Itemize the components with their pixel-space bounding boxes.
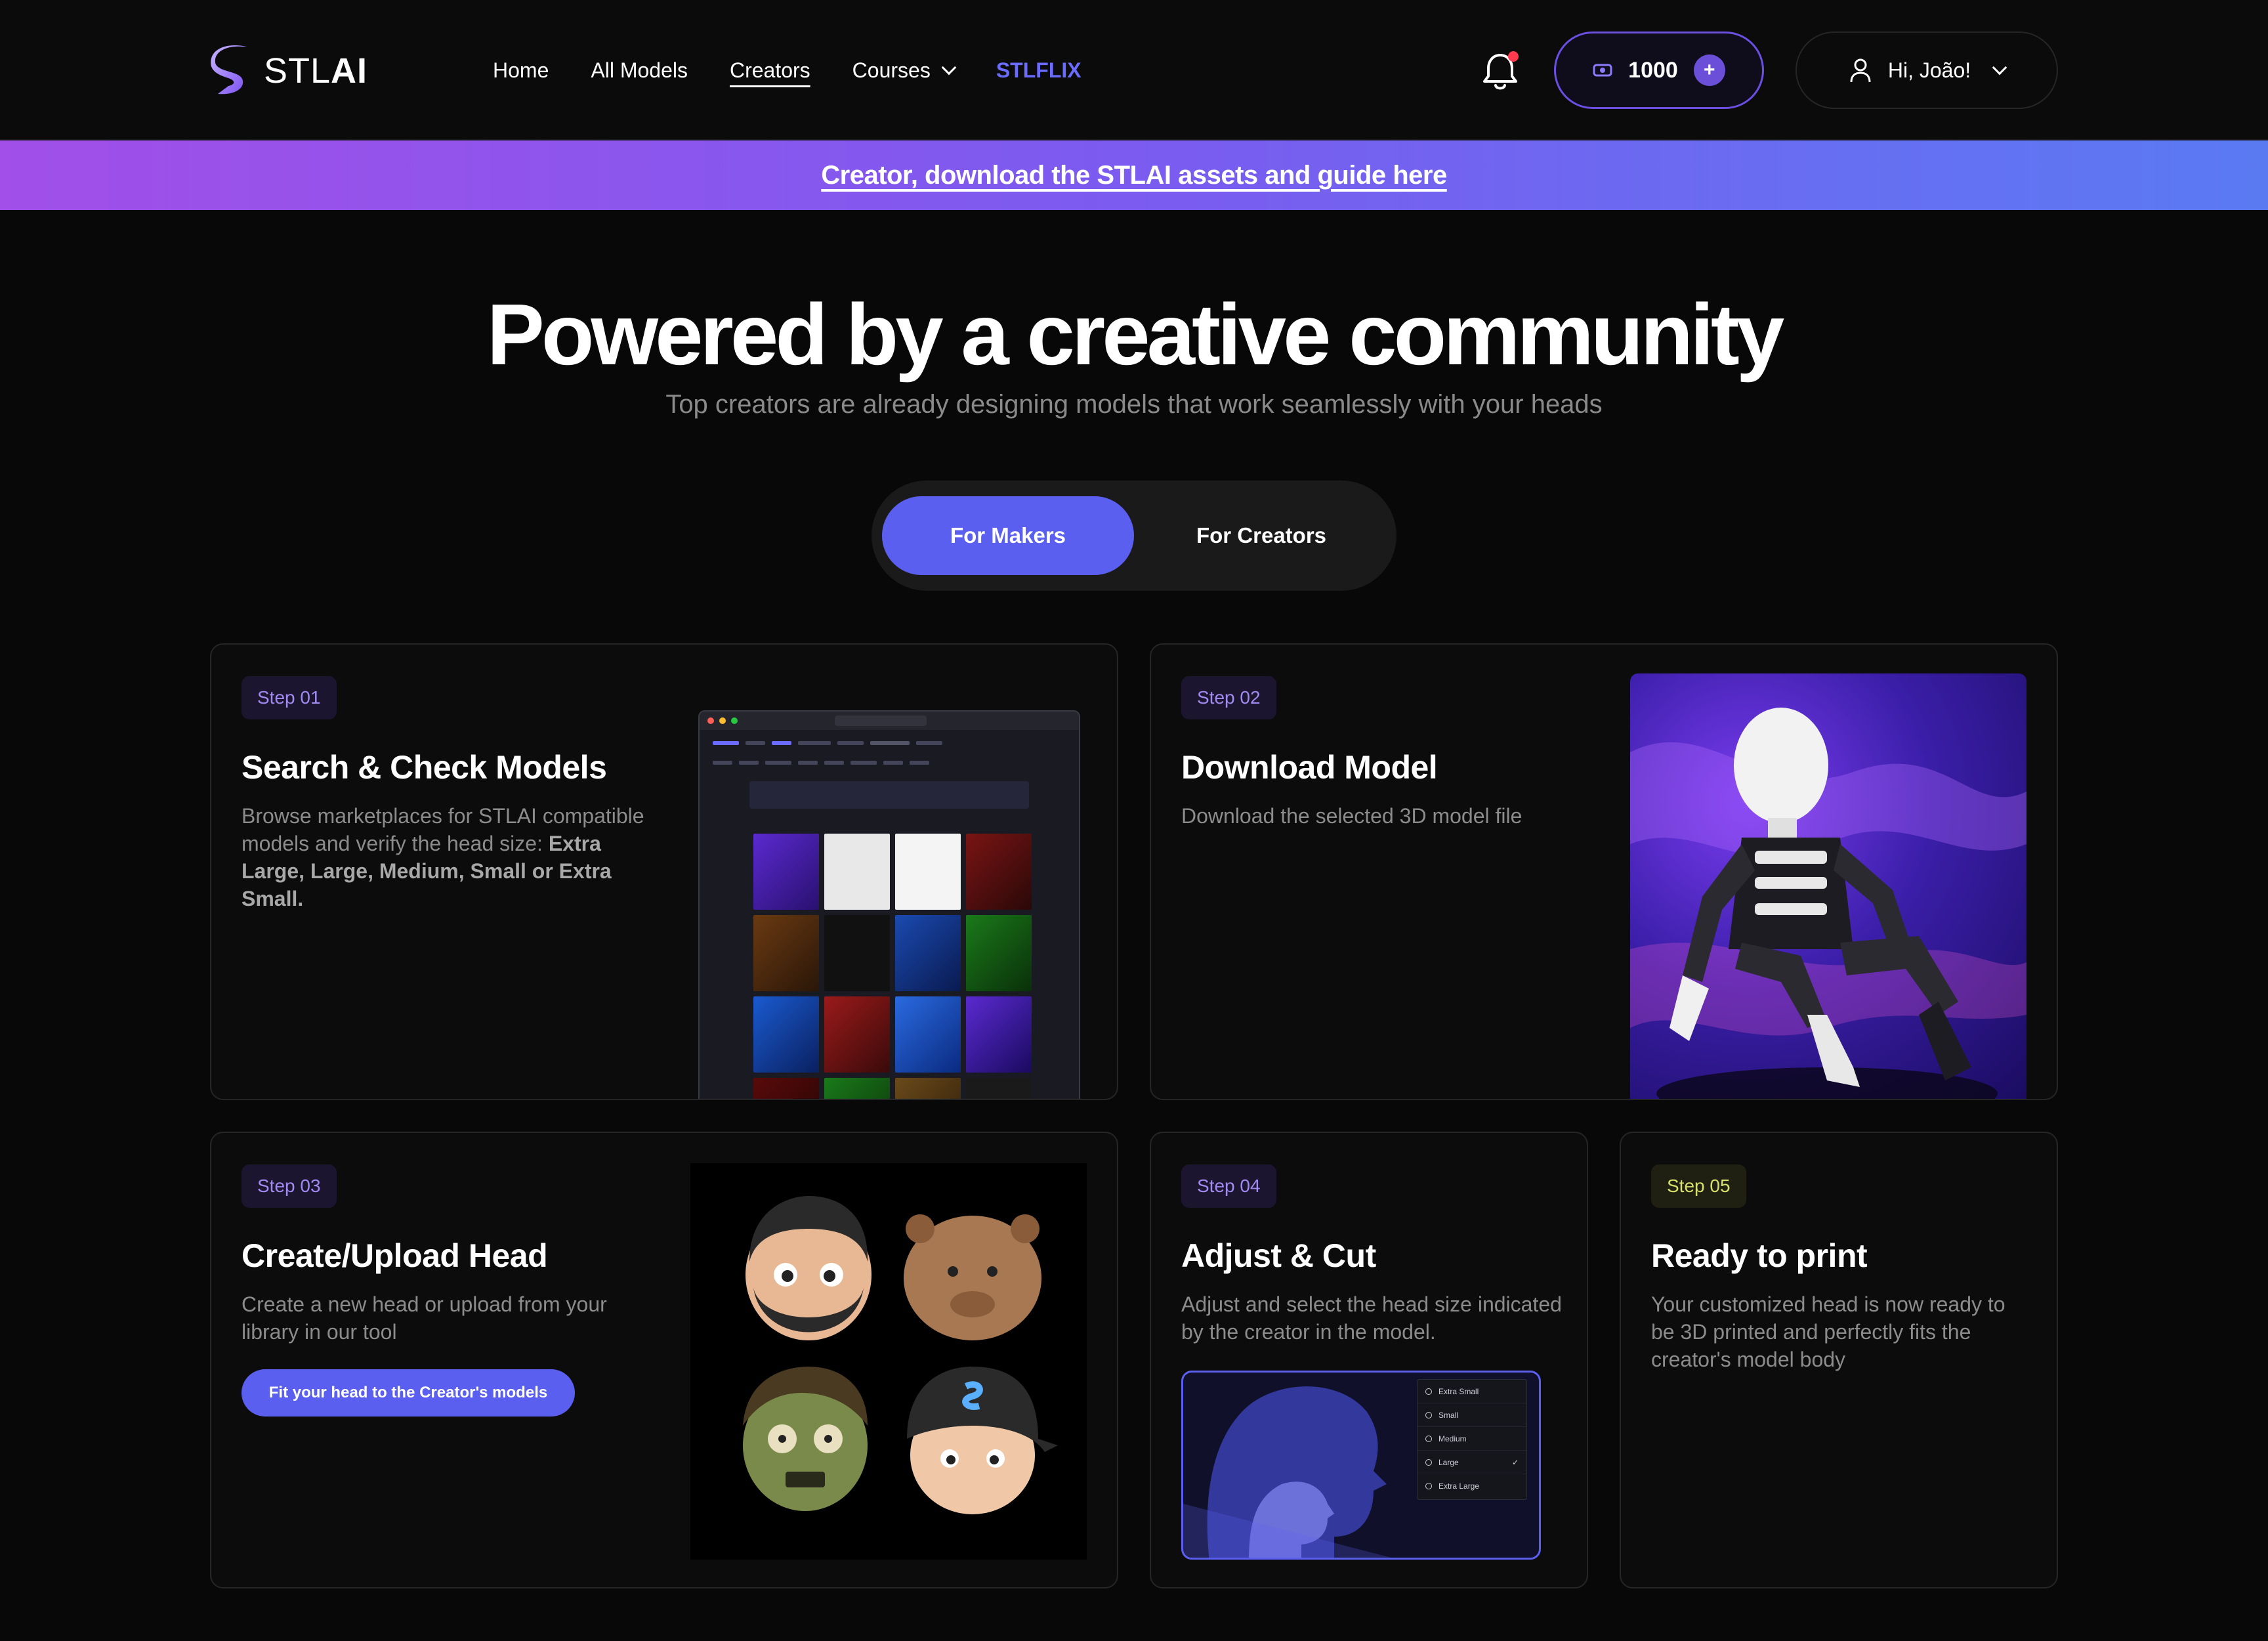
credits-button[interactable]: 1000 + xyxy=(1554,32,1764,109)
tab-for-creators[interactable]: For Creators xyxy=(1137,496,1386,575)
step-card-03: Step 03 Create/Upload Head Create a new … xyxy=(210,1132,1118,1588)
step-badge: Step 03 xyxy=(242,1164,337,1208)
step-description: Browse marketplaces for STLAI compatible… xyxy=(242,804,644,910)
step-card-01: Step 01 Search & Check Models Browse mar… xyxy=(210,643,1118,1100)
chevron-down-icon xyxy=(941,60,957,75)
page-title: Powered by a creative community xyxy=(486,286,1784,383)
logo-text: STLAI xyxy=(264,51,368,91)
head-outline-icon xyxy=(1425,1388,1432,1395)
stlai-logo[interactable]: STLAI xyxy=(209,43,368,98)
step-badge: Step 01 xyxy=(242,676,337,719)
step-card-04: Step 04 Adjust & Cut Adjust and select t… xyxy=(1150,1132,1588,1588)
figure-model-image xyxy=(1630,673,2026,1099)
nav-creators[interactable]: Creators xyxy=(730,58,810,83)
logo-s-icon xyxy=(211,45,247,95)
credits-count: 1000 xyxy=(1628,57,1678,83)
heads-image xyxy=(690,1163,1087,1560)
step-badge: Step 02 xyxy=(1181,676,1276,719)
user-icon xyxy=(1850,58,1871,83)
audience-toggle: For Makers For Creators xyxy=(872,480,1396,591)
nav-home[interactable]: Home xyxy=(493,58,549,83)
nav-courses[interactable]: Courses xyxy=(852,58,957,83)
creator-assets-link[interactable]: Creator, download the STLAI assets and g… xyxy=(821,161,1447,190)
step-badge: Step 04 xyxy=(1181,1164,1276,1208)
size-option[interactable]: Medium xyxy=(1418,1427,1526,1451)
step-card-05: Step 05 Ready to print Your customized h… xyxy=(1620,1132,2058,1588)
step-description: Adjust and select the head size indicate… xyxy=(1181,1292,1562,1344)
step-badge: Step 05 xyxy=(1651,1164,1746,1208)
size-option[interactable]: Extra Large xyxy=(1418,1474,1526,1498)
head-outline-icon xyxy=(1425,1459,1432,1466)
model-grid xyxy=(753,834,1032,1099)
size-option[interactable]: Extra Small xyxy=(1418,1380,1526,1403)
top-header: STLAI Home All Models Creators Courses S… xyxy=(0,0,2268,140)
marketplace-screenshot xyxy=(698,710,1080,1099)
nav-courses-label: Courses xyxy=(852,58,931,82)
step-title: Adjust & Cut xyxy=(1181,1237,1376,1274)
step-description: Create a new head or upload from your li… xyxy=(242,1292,607,1344)
step-title: Download Model xyxy=(1181,749,1438,786)
nav-all-models[interactable]: All Models xyxy=(591,58,688,83)
head-outline-icon xyxy=(1425,1411,1432,1418)
step-description: Download the selected 3D model file xyxy=(1181,804,1522,828)
head-outline-icon xyxy=(1425,1435,1432,1442)
creator-banner: Creator, download the STLAI assets and g… xyxy=(0,140,2268,210)
step-description: Your customized head is now ready to be … xyxy=(1651,1292,2006,1371)
check-icon: ✓ xyxy=(1511,1457,1519,1467)
user-menu[interactable]: Hi, João! xyxy=(1796,32,2058,109)
head-outline-icon xyxy=(1425,1483,1432,1489)
nav-stlflix[interactable]: STLFLIX xyxy=(996,58,1082,83)
page-subtitle: Top creators are already designing model… xyxy=(665,390,1603,419)
size-option[interactable]: Small xyxy=(1418,1403,1526,1427)
step-title: Create/Upload Head xyxy=(242,1237,548,1274)
coin-icon xyxy=(1593,64,1612,77)
plus-icon[interactable]: + xyxy=(1693,54,1725,86)
head-size-preview: Extra Small Small Medium Large ✓ Extra La… xyxy=(1181,1371,1541,1560)
user-greeting: Hi, João! xyxy=(1887,58,1971,82)
step-card-02: Step 02 Download Model Download the sele… xyxy=(1150,643,2058,1100)
step-title: Search & Check Models xyxy=(242,749,607,786)
step-title: Ready to print xyxy=(1651,1237,1868,1274)
fit-head-button[interactable]: Fit your head to the Creator's models xyxy=(242,1369,575,1417)
chevron-down-icon xyxy=(1992,60,2007,75)
size-option-selected[interactable]: Large ✓ xyxy=(1418,1451,1526,1474)
size-selector: Extra Small Small Medium Large ✓ Extra La… xyxy=(1417,1379,1527,1500)
bell-icon[interactable] xyxy=(1480,50,1520,92)
tab-for-makers[interactable]: For Makers xyxy=(882,496,1134,575)
main-nav: Home All Models Creators Courses STLFLIX xyxy=(493,54,1124,87)
